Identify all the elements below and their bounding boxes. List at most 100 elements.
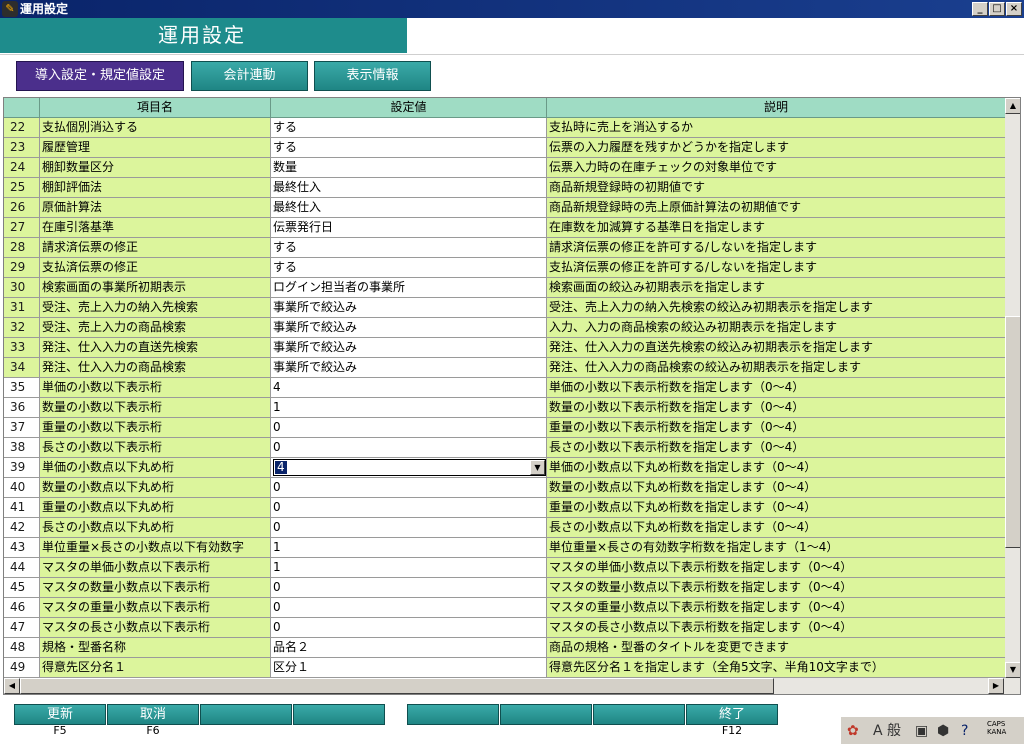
function-key-6[interactable] [500,704,592,725]
table-row[interactable]: 31 受注、売上入力の納入先検索 事業所で絞込み 受注、売上入力の納入先検索の絞込み初… [4,298,1005,318]
setting-value-dropdown[interactable]: 4 ▼ [273,459,546,476]
setting-value-cell[interactable]: 0 [271,478,547,497]
setting-value-cell[interactable]: 事業所で絞込み [271,318,547,337]
row-number: 32 [4,318,40,337]
function-key-5[interactable] [407,704,499,725]
scroll-left-icon[interactable]: ◀ [4,678,20,694]
setting-value-cell[interactable]: 0 [271,518,547,537]
table-row[interactable]: 38 長さの小数以下表示桁 0 長さの小数以下表示桁数を指定します（0～4） [4,438,1005,458]
setting-value-cell[interactable]: 最終仕入 [271,198,547,217]
close-icon[interactable]: × [1006,2,1022,16]
setting-value-cell[interactable]: ログイン担当者の事業所 [271,278,547,297]
description-cell: 伝票の入力履歴を残すかどうかを指定します [547,138,1005,157]
table-row[interactable]: 25 棚卸評価法 最終仕入 商品新規登録時の初期値です [4,178,1005,198]
setting-value-cell[interactable]: する [271,258,547,277]
setting-value-cell[interactable]: する [271,118,547,137]
header-setting-value[interactable]: 設定値 [271,98,547,118]
exit-button[interactable]: 終了 [686,704,778,725]
setting-value-cell[interactable]: 4 [271,378,547,397]
setting-value-cell[interactable]: 事業所で絞込み [271,338,547,357]
function-key-4[interactable] [293,704,385,725]
ime-dictionary-icon[interactable]: ▣ [915,723,928,739]
description-cell: マスタの単価小数点以下表示桁数を指定します（0～4） [547,558,1005,577]
setting-value-cell[interactable]: 0 [271,438,547,457]
setting-value-cell[interactable]: 事業所で絞込み [271,298,547,317]
table-row[interactable]: 41 重量の小数点以下丸め桁 0 重量の小数点以下丸め桁数を指定します（0～4） [4,498,1005,518]
setting-value-cell[interactable]: 伝票発行日 [271,218,547,237]
tab-accounting-link[interactable]: 会計連動 [191,61,308,91]
setting-value-cell[interactable]: する [271,138,547,157]
description-cell: 請求済伝票の修正を許可する/しないを指定します [547,238,1005,257]
setting-value-cell[interactable]: 0 [271,578,547,597]
minimize-icon[interactable]: _ [972,2,988,16]
table-row[interactable]: 23 履歴管理 する 伝票の入力履歴を残すかどうかを指定します [4,138,1005,158]
table-row[interactable]: 45 マスタの数量小数点以下表示桁 0 マスタの数量小数点以下表示桁数を指定します（0… [4,578,1005,598]
setting-value-cell[interactable]: 0 [271,618,547,637]
chevron-down-icon[interactable]: ▼ [530,460,545,475]
scroll-right-icon[interactable]: ▶ [988,678,1004,694]
table-row[interactable]: 27 在庫引落基準 伝票発行日 在庫数を加減算する基準日を指定します [4,218,1005,238]
restore-icon[interactable]: □ [989,2,1005,16]
scroll-down-icon[interactable]: ▼ [1005,662,1020,678]
setting-value-cell[interactable]: 数量 [271,158,547,177]
setting-value-cell[interactable]: 0 [271,598,547,617]
tab-display-info[interactable]: 表示情報 [314,61,431,91]
setting-value-cell[interactable]: 区分１ [271,658,547,677]
function-key-7[interactable] [593,704,685,725]
description-cell: 入力、入力の商品検索の絞込み初期表示を指定します [547,318,1005,337]
setting-value-cell[interactable]: 1 [271,558,547,577]
table-row[interactable]: 40 数量の小数点以下丸め桁 0 数量の小数点以下丸め桁数を指定します（0～4） [4,478,1005,498]
table-row[interactable]: 30 検索画面の事業所初期表示 ログイン担当者の事業所 検索画面の絞込み初期表示を指定… [4,278,1005,298]
ime-logo-icon[interactable]: ✿ [847,723,859,739]
item-name-cell: 単位重量×長さの小数点以下有効数字 [40,538,271,557]
table-row[interactable]: 33 発注、仕入入力の直送先検索 事業所で絞込み 発注、仕入入力の直送先検索の絞込み初… [4,338,1005,358]
table-row[interactable]: 42 長さの小数点以下丸め桁 0 長さの小数点以下丸め桁数を指定します（0～4） [4,518,1005,538]
row-number: 22 [4,118,40,137]
table-row[interactable]: 37 重量の小数以下表示桁 0 重量の小数以下表示桁数を指定します（0～4） [4,418,1005,438]
setting-value-cell[interactable]: 最終仕入 [271,178,547,197]
table-row[interactable]: 22 支払個別消込する する 支払時に売上を消込するか [4,118,1005,138]
table-row[interactable]: 24 棚卸数量区分 数量 伝票入力時の在庫チェックの対象単位です [4,158,1005,178]
setting-value-cell[interactable]: 0 [271,498,547,517]
table-row[interactable]: 29 支払済伝票の修正 する 支払済伝票の修正を許可する/しないを指定します [4,258,1005,278]
help-icon[interactable]: ? [961,723,968,739]
setting-value-cell[interactable]: 品名２ [271,638,547,657]
table-row[interactable]: 46 マスタの重量小数点以下表示桁 0 マスタの重量小数点以下表示桁数を指定します（0… [4,598,1005,618]
table-row[interactable]: 36 数量の小数以下表示桁 1 数量の小数以下表示桁数を指定します（0～4） [4,398,1005,418]
function-key-3[interactable] [200,704,292,725]
table-row[interactable]: 49 得意先区分名１ 区分１ 得意先区分名１を指定します（全角5文字、半角10文字まで… [4,658,1005,678]
setting-value-cell[interactable]: 事業所で絞込み [271,358,547,377]
horizontal-scroll-thumb[interactable] [20,678,774,694]
update-button[interactable]: 更新 [14,704,106,725]
description-cell: 伝票入力時の在庫チェックの対象単位です [547,158,1005,177]
tab-setup-defaults[interactable]: 導入設定・規定値設定 [16,61,184,91]
ime-tool-icon[interactable]: ⬢ [937,723,949,739]
table-row[interactable]: 35 単価の小数以下表示桁 4 単価の小数以下表示桁数を指定します（0～4） [4,378,1005,398]
cancel-button[interactable]: 取消 [107,704,199,725]
table-row[interactable]: 32 受注、売上入力の商品検索 事業所で絞込み 入力、入力の商品検索の絞込み初期表示を… [4,318,1005,338]
horizontal-scrollbar[interactable]: ◀ ▶ [4,678,1020,694]
header-item-name[interactable]: 項目名 [40,98,271,118]
header-description[interactable]: 説明 [547,98,1005,118]
table-row[interactable]: 34 発注、仕入入力の商品検索 事業所で絞込み 発注、仕入入力の商品検索の絞込み初期表… [4,358,1005,378]
vertical-scrollbar[interactable]: ▲ ▼ [1005,98,1020,678]
table-row[interactable]: 48 規格・型番名称 品名２ 商品の規格・型番のタイトルを変更できます [4,638,1005,658]
description-cell: 受注、売上入力の納入先検索の絞込み初期表示を指定します [547,298,1005,317]
setting-value-cell[interactable]: 1 [271,398,547,417]
table-row[interactable]: 43 単位重量×長さの小数点以下有効数字 1 単位重量×長さの有効数字桁数を指定します… [4,538,1005,558]
vertical-scroll-thumb[interactable] [1005,316,1020,548]
row-number: 48 [4,638,40,657]
setting-value-cell[interactable]: する [271,238,547,257]
table-row[interactable]: 44 マスタの単価小数点以下表示桁 1 マスタの単価小数点以下表示桁数を指定します（0… [4,558,1005,578]
table-row[interactable]: 26 原価計算法 最終仕入 商品新規登録時の売上原価計算法の初期値です [4,198,1005,218]
ime-mode-text[interactable]: A 般 [873,723,901,739]
description-cell: 商品新規登録時の売上原価計算法の初期値です [547,198,1005,217]
setting-value-cell[interactable]: 0 [271,418,547,437]
table-row[interactable]: 28 請求済伝票の修正 する 請求済伝票の修正を許可する/しないを指定します [4,238,1005,258]
description-cell: 得意先区分名１を指定します（全角5文字、半角10文字まで） [547,658,1005,677]
table-row[interactable]: 39 単価の小数点以下丸め桁 4 ▼ 単価の小数点以下丸め桁数を指定します（0～4） [4,458,1005,478]
setting-value-cell[interactable]: 1 [271,538,547,557]
scroll-up-icon[interactable]: ▲ [1005,98,1020,114]
table-row[interactable]: 47 マスタの長さ小数点以下表示桁 0 マスタの長さ小数点以下表示桁数を指定します（0… [4,618,1005,638]
row-number: 31 [4,298,40,317]
